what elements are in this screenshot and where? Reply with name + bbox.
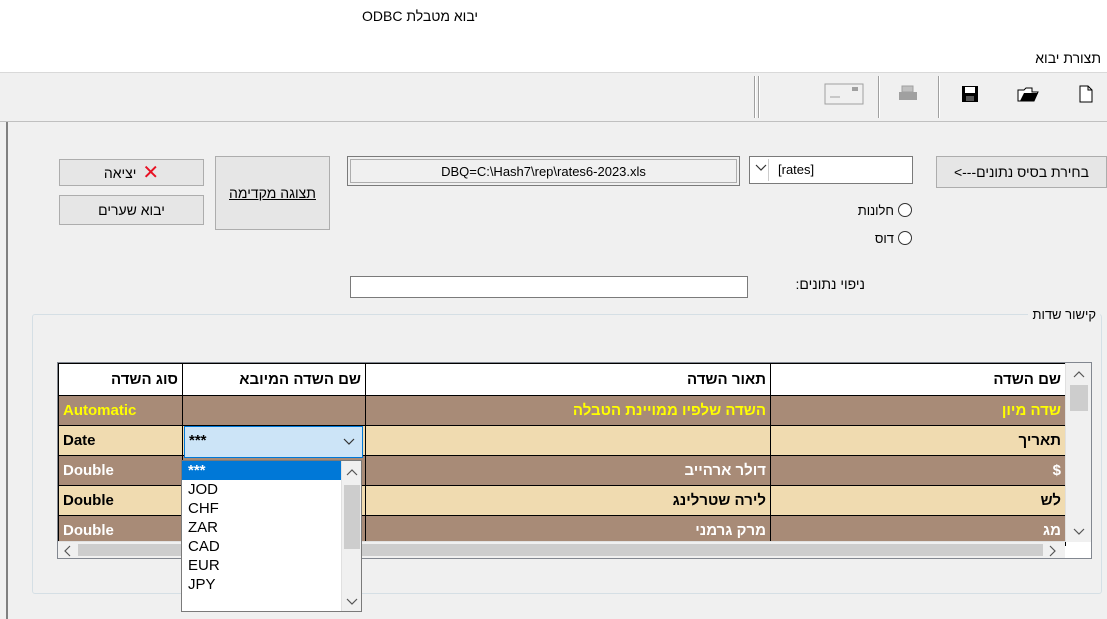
dropdown-option[interactable]: JOD bbox=[182, 480, 361, 499]
select-database-button[interactable]: בחירת בסיס נתונים---> bbox=[936, 156, 1107, 188]
toolbar bbox=[0, 72, 1107, 122]
dropdown-scrollbar[interactable] bbox=[341, 461, 361, 611]
dropdown-option[interactable]: CHF bbox=[182, 499, 361, 518]
cell-description[interactable]: השדה שלפיו ממויינת הטבלה bbox=[365, 395, 771, 426]
chevron-down-icon[interactable] bbox=[343, 435, 355, 452]
radio-windows-label: חלונות bbox=[857, 202, 894, 218]
toolbar-separator bbox=[754, 76, 756, 118]
dropdown-scroll-thumb[interactable] bbox=[344, 485, 360, 549]
preview-button[interactable]: תצוגה מקדימה bbox=[215, 156, 330, 230]
radio-dos-label: דוס bbox=[874, 230, 894, 246]
column-header-imported[interactable]: שם השדה המיובא bbox=[182, 363, 366, 396]
open-folder-icon[interactable] bbox=[1016, 82, 1040, 106]
filter-label: ניפוי נתונים: bbox=[795, 276, 865, 292]
exit-button[interactable]: ✕ יציאה bbox=[59, 159, 204, 186]
imported-field-dropdown[interactable]: *** JOD CHF ZAR CAD EUR JPY bbox=[181, 460, 362, 612]
dropdown-option[interactable]: JPY bbox=[182, 575, 361, 594]
connection-string: DBQ=C:\Hash7\rep\rates6-2023.xls bbox=[350, 159, 737, 183]
imported-field-combo-value: *** bbox=[189, 432, 207, 449]
table-select-value: [rates] bbox=[778, 162, 815, 177]
menu-import-config[interactable]: תצורת יבוא bbox=[1035, 50, 1101, 66]
exit-label: יציאה bbox=[103, 164, 137, 181]
scroll-left-icon[interactable] bbox=[62, 545, 72, 560]
scroll-up-icon[interactable] bbox=[1073, 367, 1085, 382]
scroll-down-icon[interactable] bbox=[1073, 525, 1085, 540]
radio-dos-circle[interactable] bbox=[898, 231, 912, 245]
window-icon[interactable] bbox=[823, 82, 865, 106]
combo-divider bbox=[768, 159, 769, 181]
toolbar-separator bbox=[878, 76, 880, 118]
cell-type[interactable]: Double bbox=[58, 485, 183, 516]
toolbar-separator bbox=[758, 76, 760, 118]
dropdown-option[interactable]: CAD bbox=[182, 537, 361, 556]
cell-type[interactable]: Date bbox=[58, 425, 183, 456]
close-x-icon: ✕ bbox=[142, 162, 160, 184]
fields-group-title: קישור שדות bbox=[1028, 307, 1100, 322]
imported-field-combo[interactable]: *** bbox=[184, 426, 363, 458]
toolbar-separator bbox=[938, 76, 940, 118]
import-rates-button[interactable]: יבוא שערים bbox=[59, 195, 204, 225]
dropdown-option[interactable]: EUR bbox=[182, 556, 361, 575]
menu-bar bbox=[0, 32, 1107, 72]
cell-name[interactable]: תאריך bbox=[770, 425, 1066, 456]
chevron-down-icon bbox=[755, 161, 767, 178]
window-title: יבוא מטבלת ODBC bbox=[362, 8, 479, 24]
radio-windows[interactable]: חלונות bbox=[838, 201, 912, 219]
radio-windows-circle[interactable] bbox=[898, 203, 912, 217]
left-frame-edge bbox=[0, 122, 8, 619]
table-select[interactable]: [rates] bbox=[749, 156, 913, 184]
cell-description[interactable]: לירה שטרלינג bbox=[365, 485, 771, 516]
dropdown-option[interactable]: ZAR bbox=[182, 518, 361, 537]
scroll-down-icon[interactable] bbox=[346, 595, 358, 610]
vertical-scroll-thumb[interactable] bbox=[1070, 385, 1088, 411]
scroll-right-icon[interactable] bbox=[1048, 545, 1058, 560]
connection-string-frame: DBQ=C:\Hash7\rep\rates6-2023.xls bbox=[347, 156, 740, 186]
new-document-icon[interactable] bbox=[1074, 82, 1098, 106]
cell-description[interactable] bbox=[365, 425, 771, 456]
column-header-description[interactable]: תאור השדה bbox=[365, 363, 771, 396]
cell-type[interactable]: Double bbox=[58, 455, 183, 486]
column-header-name[interactable]: שם השדה bbox=[770, 363, 1066, 396]
grid-vertical-scrollbar[interactable] bbox=[1065, 363, 1091, 542]
cell-name[interactable]: $ bbox=[770, 455, 1066, 486]
table-header-row: שם השדה תאור השדה שם השדה המיובא סוג השד… bbox=[58, 363, 1066, 396]
table-row[interactable]: שדה מיון השדה שלפיו ממויינת הטבלה Automa… bbox=[58, 395, 1066, 426]
column-header-type[interactable]: סוג השדה bbox=[58, 363, 183, 396]
cell-description[interactable]: דולר ארהייב bbox=[365, 455, 771, 486]
scroll-up-icon[interactable] bbox=[346, 465, 358, 480]
save-disk-icon[interactable] bbox=[958, 82, 982, 106]
cell-imported[interactable] bbox=[182, 395, 366, 426]
dropdown-option[interactable]: *** bbox=[182, 461, 361, 480]
cell-type[interactable]: Automatic bbox=[58, 395, 183, 426]
radio-dos[interactable]: דוס bbox=[838, 229, 912, 247]
cell-name[interactable]: לש bbox=[770, 485, 1066, 516]
filter-input[interactable] bbox=[350, 276, 748, 298]
cell-name[interactable]: שדה מיון bbox=[770, 395, 1066, 426]
print-icon[interactable] bbox=[896, 82, 920, 106]
